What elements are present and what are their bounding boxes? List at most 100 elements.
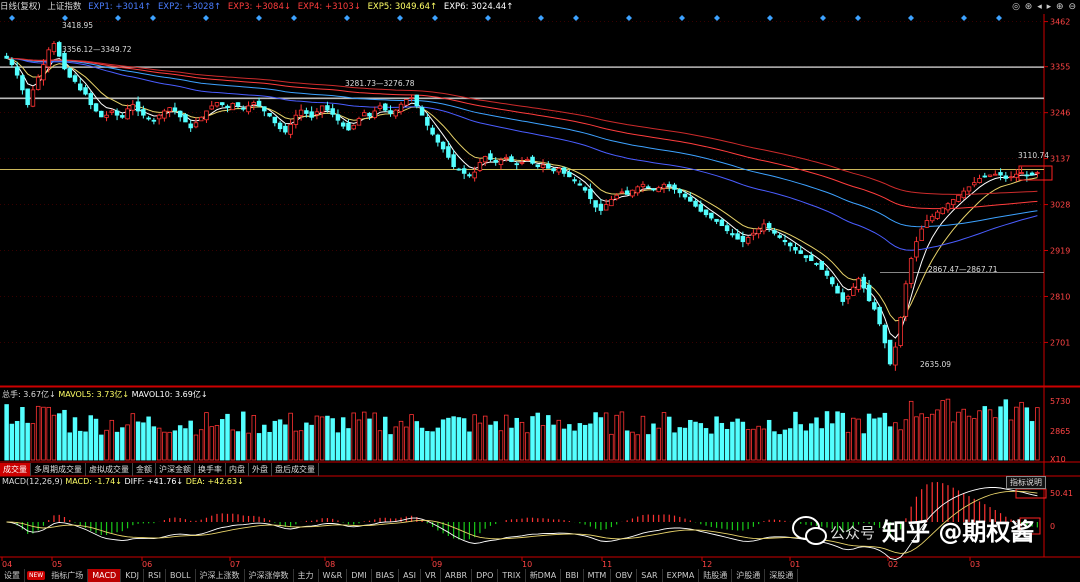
candle-body	[635, 186, 640, 194]
tab-hs-limit-up[interactable]: 沪深涨停数	[245, 569, 294, 582]
chevron-right-icon[interactable]: ▸	[1047, 2, 1052, 12]
tab-kdj[interactable]: KDJ	[121, 569, 144, 582]
volume-bar	[14, 421, 20, 461]
candle-body	[830, 277, 835, 285]
volume-bar	[241, 411, 246, 461]
tab-volume[interactable]: 成交量	[0, 463, 31, 476]
tab-asi[interactable]: ASI	[399, 569, 421, 582]
volume-bar	[230, 429, 236, 461]
x-tick-label: 01	[790, 560, 800, 569]
candle-body	[782, 239, 788, 243]
tab-main-force[interactable]: 主力	[294, 569, 319, 582]
candle-body	[298, 109, 304, 116]
volume-bar	[709, 433, 714, 461]
tab-arbr[interactable]: ARBR	[441, 569, 473, 582]
tab-shengutong[interactable]: 深股通	[765, 569, 799, 582]
tab-dmi[interactable]: DMI	[347, 569, 372, 582]
tab-lugutong[interactable]: 陆股通	[699, 569, 733, 582]
volume-bar	[367, 418, 372, 461]
candle-body	[451, 154, 456, 168]
zoom-in-icon[interactable]: ⊕	[1056, 2, 1064, 12]
candle-body	[109, 110, 115, 113]
candle-body	[493, 160, 498, 163]
ma-line-120	[6, 57, 1038, 210]
candle-body	[314, 111, 320, 115]
tab-indicator-square[interactable]: 指标广场	[47, 569, 89, 582]
volume-total: 总手: 3.67亿↓	[2, 390, 56, 399]
tab-bias[interactable]: BIAS	[372, 569, 400, 582]
settings-icon[interactable]: ⊛	[1025, 2, 1033, 12]
tab-virtual-volume[interactable]: 虚拟成交量	[86, 463, 133, 476]
kline-chart-canvas[interactable]: 3418.953356.12—3349.723281.73—3276.78311…	[0, 0, 1080, 582]
volume-bar	[756, 425, 761, 461]
tab-vr[interactable]: VR	[421, 569, 442, 582]
tab-new-dma[interactable]: 新DMA	[526, 569, 562, 582]
tab-hugutong[interactable]: 沪股通	[732, 569, 766, 582]
tab-outer[interactable]: 外盘	[249, 463, 272, 476]
candle-body	[104, 114, 109, 118]
tab-inner[interactable]: 内盘	[226, 463, 249, 476]
candle-body	[404, 99, 409, 106]
tab-wr[interactable]: W&R	[319, 569, 348, 582]
candle-body	[940, 207, 945, 215]
volume-bar	[688, 419, 693, 461]
volume-bar	[940, 400, 945, 461]
volume-bar	[51, 414, 57, 461]
volume-bar	[172, 430, 178, 461]
tab-macd[interactable]: MACD	[88, 569, 122, 582]
tab-bbi[interactable]: BBI	[561, 569, 584, 582]
volume-bar	[877, 417, 882, 461]
tab-expma[interactable]: EXPMA	[663, 569, 700, 582]
period-mode[interactable]: 日线(复权)	[0, 2, 41, 12]
signal-marker	[203, 15, 209, 21]
candle-body	[20, 75, 25, 91]
tab-rsi[interactable]: RSI	[144, 569, 166, 582]
candle-body	[982, 175, 988, 178]
tab-obv[interactable]: OBV	[611, 569, 638, 582]
exp5-value: EXP5: 3049.64↑	[367, 2, 438, 12]
candle-body	[267, 113, 272, 117]
signal-marker	[767, 15, 773, 21]
tab-mtm[interactable]: MTM	[584, 569, 612, 582]
volume-bar	[640, 415, 646, 461]
volume-bar	[609, 433, 614, 461]
volume-bar	[919, 413, 924, 461]
chevron-left-icon[interactable]: ◂	[1037, 2, 1042, 12]
volume-bar	[772, 431, 777, 461]
volume-bar	[851, 417, 856, 461]
tab-boll[interactable]: BOLL	[166, 569, 196, 582]
volume-bar	[1008, 419, 1014, 461]
tab-amount[interactable]: 金额	[133, 463, 156, 476]
tab-dpo[interactable]: DPO	[472, 569, 499, 582]
candle-body	[141, 109, 146, 116]
tab-multi-period-volume[interactable]: 多周期成交量	[31, 463, 86, 476]
tab-hs-amount[interactable]: 沪深金额	[156, 463, 195, 476]
tab-hs-up-count[interactable]: 沪深上涨数	[196, 569, 245, 582]
volume-bar	[530, 416, 535, 461]
candle-body	[619, 191, 625, 194]
indicator-header: 日线(复权) 上证指数 EXP1: +3014↑ EXP2: +3028↑ EX…	[0, 0, 1080, 14]
volume-indicator-tabs: 成交量 多周期成交量 虚拟成交量 金额 沪深金额 换手率 内盘 外盘 盘后成交量	[0, 463, 319, 476]
signal-marker	[855, 15, 861, 21]
volume-bar	[225, 413, 230, 461]
candle-body	[525, 159, 530, 161]
candle-body	[730, 233, 735, 236]
candle-body	[950, 199, 956, 206]
volume-bar	[361, 411, 367, 461]
zoom-out-icon[interactable]: ⊖	[1068, 2, 1076, 12]
tab-after-hours[interactable]: 盘后成交量	[272, 463, 319, 476]
settings-tab[interactable]: 设置	[0, 569, 25, 582]
tab-turnover[interactable]: 换手率	[195, 463, 226, 476]
candle-body	[246, 105, 251, 113]
candle-body	[388, 110, 393, 114]
candle-body	[398, 103, 404, 112]
indicator-help-button[interactable]: 指标说明	[1006, 476, 1046, 489]
x-tick-label: 10	[522, 560, 532, 569]
macd-value: MACD: -1.74↓	[65, 477, 122, 486]
eye-icon[interactable]: ◎	[1012, 2, 1020, 12]
tab-trix[interactable]: TRIX	[498, 569, 526, 582]
tab-sar[interactable]: SAR	[637, 569, 663, 582]
volume-bar	[614, 414, 619, 461]
candle-body	[751, 232, 756, 236]
candle-body	[225, 105, 230, 108]
